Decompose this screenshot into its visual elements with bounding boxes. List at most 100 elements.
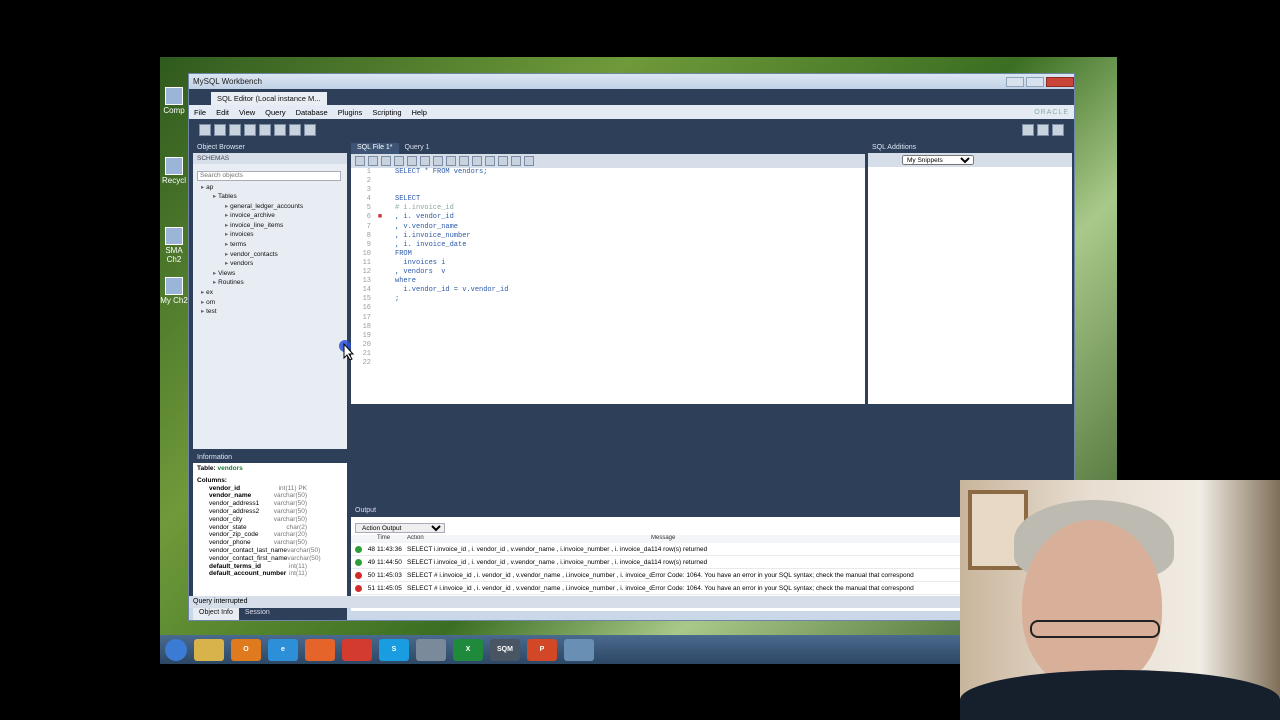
menu-view[interactable]: View (234, 108, 260, 117)
new-connection-icon[interactable] (199, 124, 211, 136)
code-line: 10 FROM (362, 249, 412, 258)
menu-plugins[interactable]: Plugins (333, 108, 368, 117)
table-name: vendors (217, 465, 243, 472)
tree-item[interactable]: ▸ test (193, 307, 347, 317)
tree-item[interactable]: ▸ invoices (193, 230, 347, 240)
search-objects-input[interactable] (197, 170, 341, 181)
outlook-icon[interactable]: O (231, 638, 261, 661)
find-icon[interactable] (498, 156, 508, 166)
commit-icon[interactable] (446, 156, 456, 166)
menu-edit[interactable]: Edit (211, 108, 234, 117)
tree-item[interactable]: ▸ Views (193, 269, 347, 279)
editor-tabs: SQL File 1* Query 1 (351, 143, 865, 154)
minimize-button[interactable] (1006, 76, 1024, 87)
tree-item[interactable]: ▸ ex (193, 288, 347, 298)
table-label: Table: (197, 465, 216, 472)
maximize-button[interactable] (1026, 76, 1044, 87)
presenter (1022, 520, 1162, 690)
tree-item[interactable]: ▸ vendor_contacts (193, 250, 347, 260)
tab-session[interactable]: Session (239, 608, 276, 620)
explain-icon[interactable] (407, 156, 417, 166)
gear-icon[interactable] (304, 124, 316, 136)
layout-right-icon[interactable] (1052, 124, 1064, 136)
routine-icon[interactable] (289, 124, 301, 136)
menu-query[interactable]: Query (260, 108, 290, 117)
tree-item[interactable]: ▸ terms (193, 240, 347, 250)
tree-item[interactable]: ▸ invoice_line_items (193, 221, 347, 231)
info-tabs: Object Info Session (193, 608, 347, 620)
desktop-icon[interactable]: Comp (160, 87, 188, 115)
tab-sql-file-1[interactable]: SQL File 1* (351, 143, 399, 154)
tab-object-info[interactable]: Object Info (193, 608, 239, 620)
close-button[interactable] (1046, 76, 1074, 87)
desktop-icon[interactable]: My Ch2 (160, 277, 188, 305)
layout-bottom-icon[interactable] (1037, 124, 1049, 136)
tab-query-1[interactable]: Query 1 (399, 143, 436, 154)
column-item: vendor_zip_code varchar(20) (209, 531, 307, 539)
code-line: 1 SELECT * FROM vendors; (366, 168, 488, 176)
autocommit-icon[interactable] (472, 156, 482, 166)
save-icon[interactable] (368, 156, 378, 166)
schema-icon[interactable] (244, 124, 256, 136)
firefox-icon[interactable] (305, 638, 335, 661)
success-icon (354, 546, 362, 553)
sqm-icon[interactable]: SQM (490, 638, 520, 661)
tree-item[interactable]: ▸ invoice_archive (193, 211, 347, 221)
rollback-icon[interactable] (459, 156, 469, 166)
folder-icon[interactable] (194, 638, 224, 661)
menu-database[interactable]: Database (291, 108, 333, 117)
beautify-icon[interactable] (485, 156, 495, 166)
tree-item[interactable]: ▸ ap (193, 183, 347, 193)
error-toggle-icon[interactable] (433, 156, 443, 166)
code-line: 20 (362, 340, 371, 349)
view-icon[interactable] (274, 124, 286, 136)
ie-icon[interactable]: e (268, 638, 298, 661)
code-line: 21 (362, 349, 371, 358)
execute-icon[interactable] (381, 156, 391, 166)
table-icon[interactable] (259, 124, 271, 136)
desktop-icon[interactable]: Recycl (160, 157, 188, 185)
tab-sql-editor[interactable]: SQL Editor (Local instance M... (211, 92, 327, 105)
information-title: Information (193, 453, 347, 463)
menu-scripting[interactable]: Scripting (367, 108, 406, 117)
code-line: 17 (362, 313, 371, 322)
app-icon[interactable] (564, 638, 594, 661)
execute-current-icon[interactable] (394, 156, 404, 166)
workbench-icon[interactable] (416, 638, 446, 661)
layout-left-icon[interactable] (1022, 124, 1034, 136)
tree-item[interactable]: ▸ vendors (193, 259, 347, 269)
new-query-icon[interactable] (229, 124, 241, 136)
code-area[interactable]: 1 SELECT * FROM vendors; 2 3 4 SELECT 5 # i.inv… (351, 168, 865, 404)
excel-icon[interactable]: X (453, 638, 483, 661)
tree-item[interactable]: ▸ om (193, 298, 347, 308)
skype-icon[interactable]: S (379, 638, 409, 661)
tree-item[interactable]: ▸ Routines (193, 278, 347, 288)
start-orb-icon[interactable] (165, 638, 187, 661)
code-line: 8, i.invoice_number (366, 231, 471, 240)
open-sql-icon[interactable] (214, 124, 226, 136)
desktop-icon[interactable]: SMA Ch2 (160, 227, 188, 264)
menu-file[interactable]: File (189, 108, 211, 117)
wrap-icon[interactable] (524, 156, 534, 166)
tree-item[interactable]: ▸ general_ledger_accounts (193, 202, 347, 212)
schema-tree: ▸ ap ▸ Tables ▸ general_ledger_accounts ▸ i… (193, 183, 347, 317)
workspace: Object Browser SCHEMAS ▸ ap▸ Tables▸ gen… (189, 141, 1074, 620)
main-toolbar (189, 119, 1074, 141)
stop-icon[interactable] (420, 156, 430, 166)
snippets-select[interactable]: My Snippets (902, 155, 974, 165)
open-file-icon[interactable] (355, 156, 365, 166)
chrome-icon[interactable] (342, 638, 372, 661)
column-item: vendor_city varchar(50) (209, 515, 307, 523)
invisible-chars-icon[interactable] (511, 156, 521, 166)
powerpoint-icon[interactable]: P (527, 638, 557, 661)
code-line: 5 # i.invoice_id (366, 204, 454, 213)
column-item: default_terms_id int(11) (209, 562, 307, 570)
code-line: 3 (366, 186, 371, 195)
tree-item[interactable]: ▸ Tables (193, 192, 347, 202)
mouse-cursor-icon (339, 340, 355, 360)
menu-help[interactable]: Help (407, 108, 432, 117)
success-icon (354, 559, 362, 566)
code-line: 2 (366, 177, 371, 186)
editor-toolbar (351, 154, 865, 168)
output-type-select[interactable]: Action Output (355, 523, 445, 533)
